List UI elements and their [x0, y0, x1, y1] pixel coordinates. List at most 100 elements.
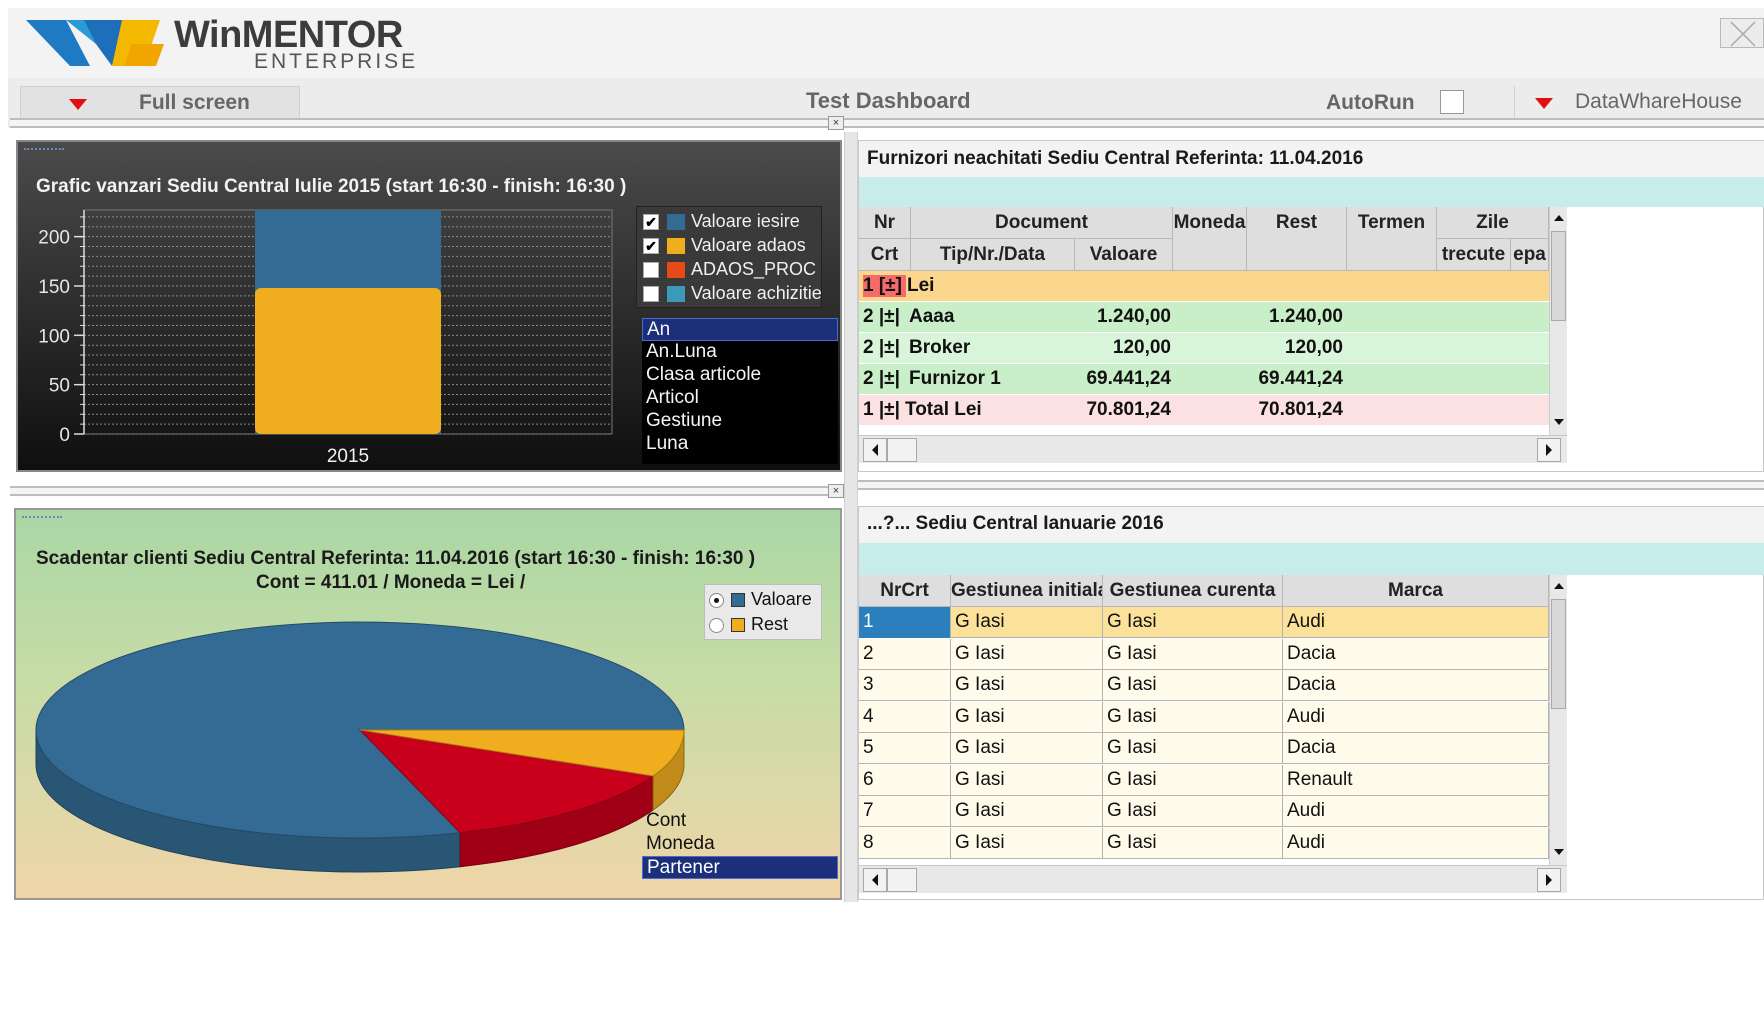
close-icon [1730, 21, 1756, 47]
table-cell: G Iasi [951, 607, 1103, 638]
table-cell: G Iasi [951, 638, 1103, 670]
table-row[interactable]: 1 |±| Total Lei 70.801,24 70.801,24 [859, 395, 1549, 426]
scroll-right-button[interactable] [1537, 868, 1561, 892]
axis-option[interactable]: Moneda [642, 833, 838, 856]
scroll-arrows-icon [1554, 583, 1564, 855]
table-cell: G Iasi [951, 827, 1103, 859]
winmentor-logo-icon [26, 20, 164, 66]
checkbox-checked-icon[interactable]: ✔ [643, 238, 659, 254]
header-crt[interactable]: Crt [859, 239, 911, 271]
row-rest: 70.801,24 [1258, 399, 1343, 420]
table-cell: Dacia [1283, 638, 1549, 670]
header-epa[interactable]: epa [1511, 239, 1549, 271]
row-level: 2 |±| [863, 337, 900, 358]
receivables-pie-chart [35, 621, 685, 873]
table-row[interactable]: 7G Iasi G Iasi Audi [859, 796, 1549, 827]
table-cell: Audi [1283, 796, 1549, 827]
y-tick-label: 0 [59, 425, 70, 446]
axis-option[interactable]: Gestiune [642, 410, 838, 433]
table-row[interactable]: 1 [±] Lei [859, 271, 1549, 302]
legend-swatch [667, 214, 685, 230]
header-valoare[interactable]: Valoare [1075, 239, 1173, 271]
autorun-checkbox[interactable] [1440, 90, 1464, 114]
axis-option[interactable]: An [642, 318, 838, 341]
checkbox-unchecked-icon[interactable] [643, 286, 659, 302]
table-cell: G Iasi [951, 670, 1103, 701]
axis-option[interactable]: An.Luna [642, 341, 838, 364]
table-row[interactable]: 2 |±| Broker 120,00 120,00 [859, 333, 1549, 364]
suppliers-hscroll[interactable] [859, 435, 1567, 463]
table-cell: G Iasi [1103, 796, 1283, 827]
axis-option[interactable]: Cont [642, 810, 838, 833]
scroll-right-button[interactable] [1537, 438, 1561, 462]
header-2[interactable]: Gestiunea curenta [1103, 575, 1283, 607]
scroll-thumb[interactable] [887, 438, 917, 462]
header-termen[interactable]: Termen [1347, 207, 1437, 271]
panel-grip-icon[interactable] [22, 516, 62, 520]
row-valoare: 120,00 [1112, 337, 1171, 358]
header-1[interactable]: Gestiunea initiala [951, 575, 1103, 607]
header-tip[interactable]: Tip/Nr./Data [911, 239, 1075, 271]
legend-swatch [731, 593, 745, 607]
bar-valoare-adaos[interactable] [255, 287, 441, 434]
header-rest[interactable]: Rest [1247, 207, 1347, 271]
row-level: 1 [±] [863, 275, 906, 297]
stock-panel: ...?... Sediu Central Ianuarie 2016 NrCr… [858, 506, 1764, 900]
legend-swatch [667, 238, 685, 254]
header-nr[interactable]: Nr [859, 207, 911, 239]
table-row[interactable]: 4G Iasi G Iasi Audi [859, 701, 1549, 733]
radio-unselected-icon[interactable] [709, 618, 724, 633]
x-tick-label: 2015 [327, 446, 369, 467]
stock-vscroll[interactable] [1549, 575, 1567, 865]
table-row[interactable]: 2 |±| Furnizor 1 69.441,24 69.441,24 [859, 364, 1549, 395]
row-name: Broker [909, 337, 971, 358]
dropdown-arrow-icon [69, 99, 87, 110]
header-moneda[interactable]: Moneda [1173, 207, 1247, 271]
checkbox-checked-icon[interactable]: ✔ [643, 214, 659, 230]
table-row[interactable]: 2G Iasi G Iasi Dacia [859, 638, 1549, 670]
splitter-left-middle[interactable] [10, 486, 844, 496]
splitter-vertical[interactable] [844, 132, 858, 902]
table-cell: G Iasi [951, 733, 1103, 764]
table-row[interactable]: 2 |±| Aaaa 1.240,00 1.240,00 [859, 302, 1549, 333]
table-row[interactable]: 5G Iasi G Iasi Dacia [859, 733, 1549, 764]
suppliers-vscroll[interactable] [1549, 207, 1567, 435]
sales-chart-legend: ✔ Valoare iesire ✔ Valoare adaos ADAOS_PROC V… [636, 206, 822, 308]
axis-option[interactable]: Luna [642, 433, 838, 456]
header-document[interactable]: Document [911, 207, 1173, 239]
header-zile[interactable]: Zile [1437, 207, 1549, 239]
row-name: Furnizor 1 [909, 368, 1001, 389]
dropdown-arrow-icon [1535, 98, 1553, 109]
header-trecute[interactable]: trecute [1437, 239, 1511, 271]
axis-option[interactable]: Clasa articole [642, 364, 838, 387]
axis-option[interactable]: Partener [642, 856, 838, 879]
collapse-icon[interactable]: × [828, 484, 844, 498]
legend-label: Valoare [751, 589, 812, 609]
header-3[interactable]: Marca [1283, 575, 1549, 607]
splitter-right-middle[interactable] [858, 480, 1764, 490]
axis-option[interactable]: Articol [642, 387, 838, 410]
y-tick-label: 100 [38, 326, 70, 347]
bar-marks [255, 210, 441, 434]
scroll-thumb[interactable] [887, 868, 917, 892]
fullscreen-button[interactable]: Full screen [20, 86, 300, 120]
collapse-icon[interactable]: × [828, 116, 844, 130]
table-row[interactable]: 8G Iasi G Iasi Audi [859, 827, 1549, 859]
scroll-left-button[interactable] [863, 438, 887, 462]
table-cell: 6 [859, 764, 951, 796]
header-0[interactable]: NrCrt [859, 575, 951, 607]
table-cell: Dacia [1283, 670, 1549, 701]
close-button[interactable] [1720, 18, 1764, 48]
row-level: 1 |±| [863, 399, 900, 420]
table-row[interactable]: 3G Iasi G Iasi Dacia [859, 670, 1549, 701]
radio-selected-icon[interactable] [709, 593, 724, 608]
checkbox-unchecked-icon[interactable] [643, 262, 659, 278]
scroll-left-button[interactable] [863, 868, 887, 892]
table-row[interactable]: 1G Iasi G Iasi Audi [859, 607, 1549, 638]
datasource-dropdown[interactable]: DataWhareHouse [1514, 86, 1764, 120]
table-row[interactable]: 6G Iasi G Iasi Renault [859, 764, 1549, 796]
splitter-top[interactable] [10, 118, 1764, 128]
app-window: WinMENTOR ENTERPRISE Full screen Test Da… [0, 0, 1764, 1011]
stock-hscroll[interactable] [859, 865, 1567, 893]
legend-swatch [731, 618, 745, 632]
